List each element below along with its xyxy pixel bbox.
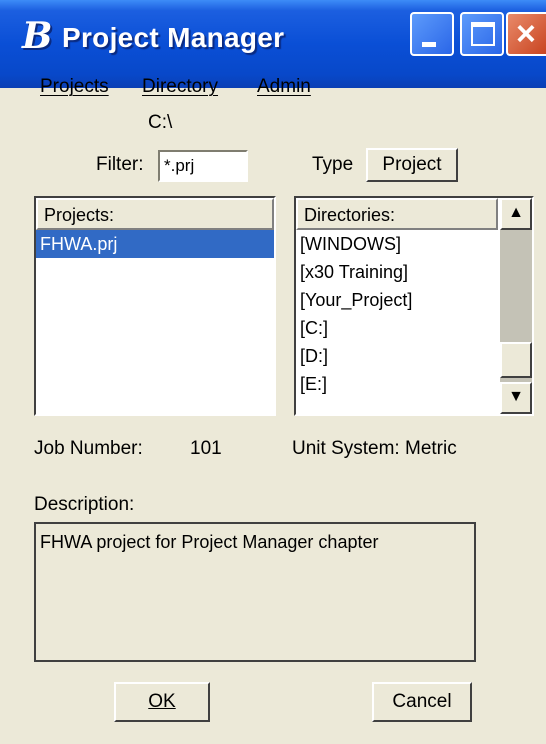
filter-input[interactable]: *.prj (158, 150, 248, 182)
maximize-icon (471, 22, 495, 46)
ok-button-label: OK (148, 691, 176, 712)
maximize-button[interactable] (460, 12, 504, 56)
scroll-down-button[interactable]: ▼ (500, 382, 532, 414)
directory-item[interactable]: [x30 Training] (296, 258, 500, 286)
arrow-down-icon: ▼ (508, 388, 524, 405)
window-title: Project Manager (62, 22, 285, 53)
directory-item[interactable]: [WINDOWS] (296, 230, 500, 258)
close-button[interactable]: × (506, 12, 546, 56)
scroll-up-button[interactable]: ▲ (500, 198, 532, 230)
description-label: Description: (34, 494, 135, 515)
unit-system-value: Metric (405, 438, 457, 459)
directories-list[interactable]: Directories: [WINDOWS] [x30 Training] [Y… (294, 196, 534, 416)
minimize-icon (422, 42, 436, 47)
scroll-thumb[interactable] (500, 342, 532, 378)
type-label: Type (312, 154, 354, 175)
directories-scrollbar[interactable]: ▲ ▼ (500, 198, 532, 414)
arrow-up-icon: ▲ (508, 204, 524, 221)
ok-button[interactable]: OK (114, 682, 210, 722)
menu-directory[interactable]: Directory (142, 76, 218, 98)
project-item-fhwa[interactable]: FHWA.prj (36, 230, 274, 258)
unit-system-label: Unit System: (292, 438, 400, 459)
job-number-label: Job Number: (34, 438, 143, 459)
type-project-button[interactable]: Project (366, 148, 458, 182)
cancel-button[interactable]: Cancel (372, 682, 472, 722)
directory-item[interactable]: [E:] (296, 370, 500, 398)
minimize-button[interactable] (410, 12, 454, 56)
job-number-value: 101 (190, 438, 222, 459)
menu-projects[interactable]: Projects (40, 76, 109, 98)
close-icon: × (516, 15, 536, 53)
directory-item[interactable]: [C:] (296, 314, 500, 342)
projects-list-header: Projects: (36, 198, 274, 230)
directory-item[interactable]: [D:] (296, 342, 500, 370)
filter-label: Filter: (96, 154, 144, 175)
directories-list-header: Directories: (296, 198, 498, 230)
app-icon: B (22, 15, 53, 57)
projects-list[interactable]: Projects: FHWA.prj (34, 196, 276, 416)
current-path: C:\ (148, 112, 173, 133)
description-field[interactable]: FHWA project for Project Manager chapter (34, 522, 476, 662)
directory-item[interactable]: [Your_Project] (296, 286, 500, 314)
menu-admin[interactable]: Admin (257, 76, 311, 98)
